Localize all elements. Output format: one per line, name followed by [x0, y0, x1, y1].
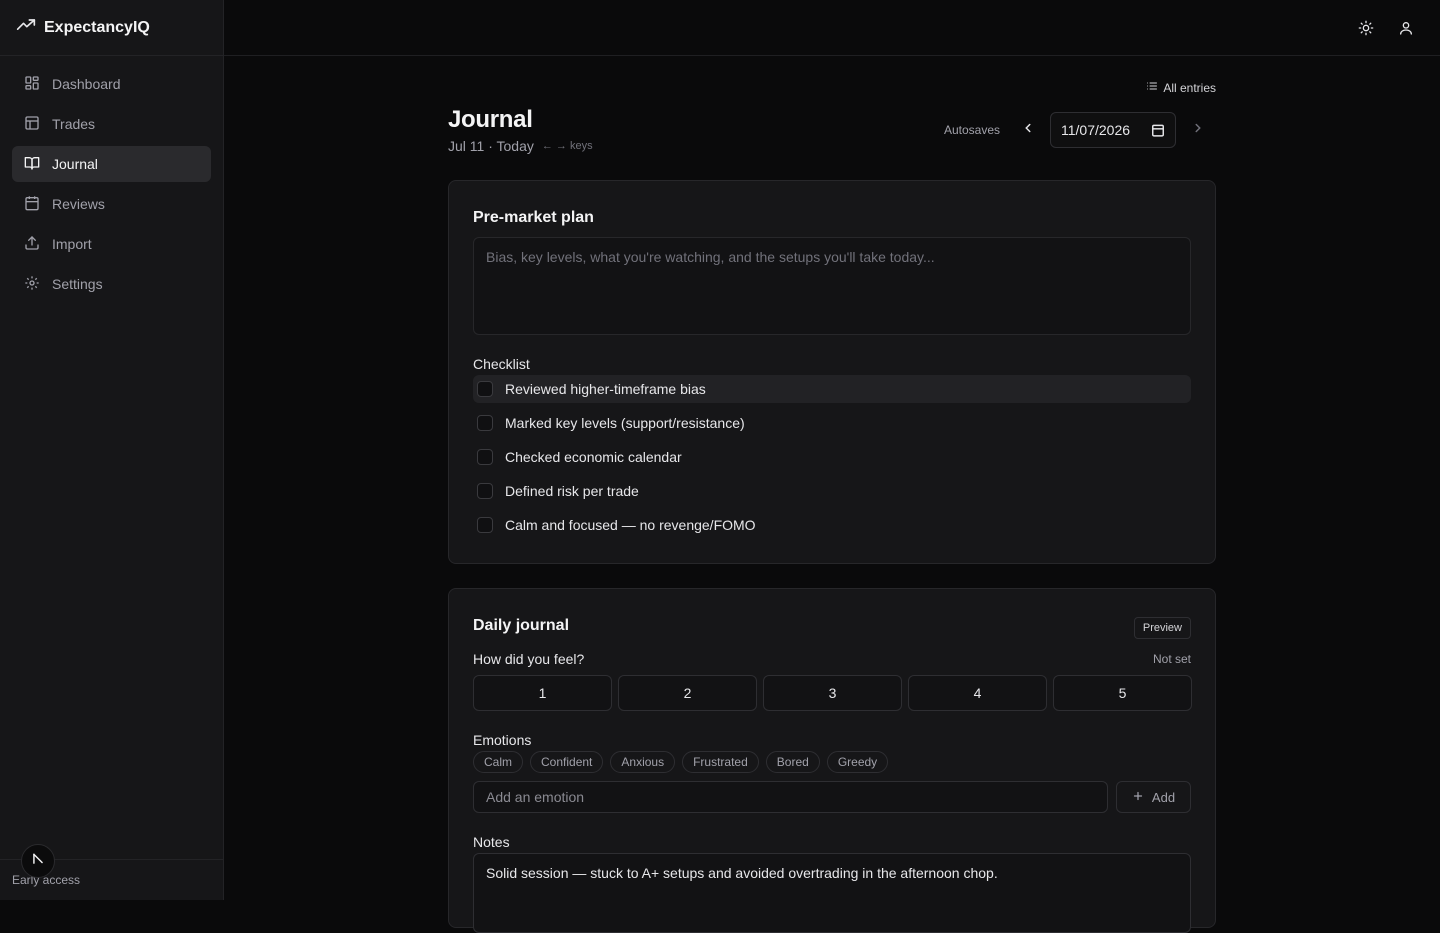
- plus-icon: [1132, 790, 1144, 805]
- checklist-item-label: Marked key levels (support/resistance): [505, 415, 745, 431]
- checkbox[interactable]: [477, 517, 493, 533]
- sidebar-item-label: Settings: [52, 276, 103, 292]
- calendar-icon[interactable]: [1151, 123, 1165, 140]
- rating-button[interactable]: 1: [473, 675, 612, 711]
- emotion-chips: Calm Confident Anxious Frustrated Bored …: [473, 751, 889, 773]
- checklist-item-label: Checked economic calendar: [505, 449, 682, 465]
- checklist-item[interactable]: Reviewed higher-timeframe bias: [473, 375, 1191, 403]
- dashboard-icon: [24, 75, 40, 94]
- preview-button[interactable]: Preview: [1133, 617, 1191, 639]
- sidebar-item-label: Dashboard: [52, 76, 121, 92]
- sidebar-item-journal[interactable]: Journal: [12, 146, 211, 182]
- add-emotion-button[interactable]: Add: [1116, 781, 1191, 813]
- brand[interactable]: ExpectancyIQ: [0, 0, 223, 56]
- card-title: Pre-market plan: [473, 209, 594, 226]
- add-label: Add: [1151, 789, 1176, 805]
- sidebar-item-label: Import: [52, 236, 92, 252]
- emotion-input[interactable]: Add an emotion: [473, 781, 1108, 813]
- upload-icon: [24, 235, 40, 254]
- checklist-label: Checklist: [473, 356, 530, 372]
- cursor-arrow-icon: [31, 852, 45, 871]
- checkbox[interactable]: [477, 381, 493, 397]
- emotion-chip[interactable]: Greedy: [826, 751, 889, 773]
- rating-button[interactable]: 2: [618, 675, 757, 711]
- feel-label: How did you feel?: [473, 651, 585, 667]
- emotions-label: Emotions: [473, 732, 532, 748]
- checklist-item[interactable]: Checked economic calendar: [473, 443, 1191, 471]
- checklist-item-label: Reviewed higher-timeframe bias: [505, 381, 706, 397]
- sidebar-item-reviews[interactable]: Reviews: [12, 186, 211, 222]
- checklist-item[interactable]: Calm and focused — no revenge/FOMO: [473, 511, 1191, 539]
- emotion-chip[interactable]: Calm: [473, 751, 524, 773]
- sidebar-item-trades[interactable]: Trades: [12, 106, 211, 142]
- all-entries-link[interactable]: All entries: [1146, 80, 1216, 95]
- checklist-item[interactable]: Marked key levels (support/resistance): [473, 409, 1191, 437]
- checklist-item-label: Calm and focused — no revenge/FOMO: [505, 517, 756, 533]
- current-date-label: Jul 11 · Today: [448, 138, 534, 154]
- notes-input[interactable]: Solid session — stuck to A+ setups and a…: [473, 853, 1191, 933]
- sidebar-nav: Dashboard Trades Journal Reviews Import …: [0, 56, 223, 316]
- keys-hint: ← → keys: [541, 140, 593, 152]
- page-title: Journal: [448, 106, 533, 133]
- book-icon: [24, 155, 40, 174]
- premarket-plan-card: Pre-market plan Bias, key levels, what y…: [448, 180, 1216, 564]
- list-icon: [1146, 80, 1158, 95]
- sidebar-item-import[interactable]: Import: [12, 226, 211, 262]
- rating-button[interactable]: 4: [908, 675, 1047, 711]
- date-value: 11/07/2026: [1061, 122, 1131, 138]
- placeholder-text: Bias, key levels, what you're watching, …: [486, 249, 935, 265]
- rating-button[interactable]: 3: [763, 675, 902, 711]
- checklist-item-label: Defined risk per trade: [505, 483, 639, 499]
- checklist-item[interactable]: Defined risk per trade: [473, 477, 1191, 505]
- date-picker[interactable]: 11/07/2026: [1050, 112, 1176, 148]
- sidebar: ExpectancyIQ Dashboard Trades Journal Re…: [0, 0, 224, 900]
- checkbox[interactable]: [477, 415, 493, 431]
- user-icon[interactable]: [1395, 17, 1417, 39]
- sidebar-item-label: Journal: [52, 156, 98, 172]
- autosaves-label: Autosaves: [944, 123, 1001, 137]
- feel-status: Not set: [1152, 652, 1191, 666]
- topbar: [224, 0, 1440, 56]
- emotion-chip[interactable]: Anxious: [610, 751, 676, 773]
- mood-rating: 1 2 3 4 5: [473, 675, 1192, 711]
- placeholder-text: Add an emotion: [486, 789, 585, 805]
- emotion-chip[interactable]: Bored: [765, 751, 820, 773]
- sidebar-item-dashboard[interactable]: Dashboard: [12, 66, 211, 102]
- premarket-plan-input[interactable]: Bias, key levels, what you're watching, …: [473, 237, 1191, 335]
- table-icon: [24, 115, 40, 134]
- trending-up-icon: [16, 15, 36, 40]
- daily-journal-card: Daily journal Preview How did you feel? …: [448, 588, 1216, 933]
- gear-icon: [24, 275, 40, 294]
- brand-name: ExpectancyIQ: [44, 18, 150, 36]
- sun-icon[interactable]: [1355, 17, 1377, 39]
- previous-day-button[interactable]: [1018, 120, 1038, 140]
- emotion-chip[interactable]: Confident: [530, 751, 604, 773]
- notes-label: Notes: [473, 834, 510, 850]
- checkbox[interactable]: [477, 483, 493, 499]
- next-day-button[interactable]: [1188, 120, 1208, 140]
- emotion-chip[interactable]: Frustrated: [682, 751, 759, 773]
- notes-text: Solid session — stuck to A+ setups and a…: [486, 865, 998, 881]
- assistant-button[interactable]: [21, 844, 55, 878]
- chevron-right-icon: [1191, 121, 1205, 140]
- all-entries-label: All entries: [1163, 80, 1216, 95]
- chevron-left-icon: [1021, 121, 1035, 140]
- sidebar-item-settings[interactable]: Settings: [12, 266, 211, 302]
- checkbox[interactable]: [477, 449, 493, 465]
- sidebar-item-label: Trades: [52, 116, 96, 132]
- page-subtitle: Jul 11 · Today ← → keys: [448, 138, 593, 154]
- sidebar-item-label: Reviews: [52, 196, 105, 212]
- rating-button[interactable]: 5: [1053, 675, 1192, 711]
- card-title: Daily journal: [473, 617, 570, 634]
- calendar-icon: [24, 195, 40, 214]
